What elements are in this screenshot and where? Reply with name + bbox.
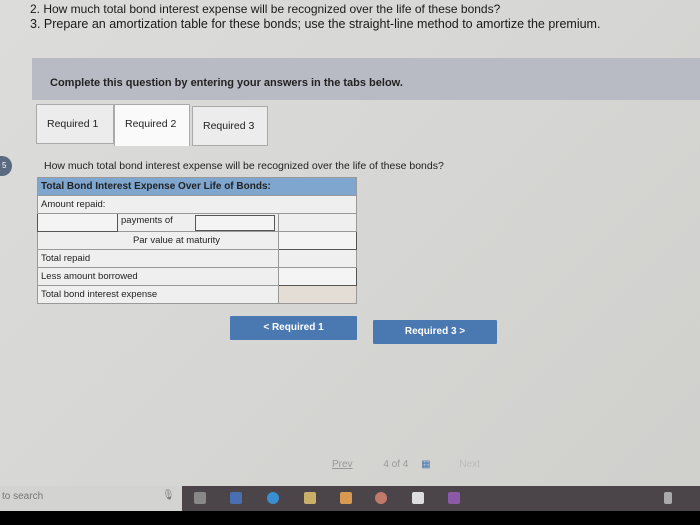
payments-of-label: payments of [117,213,279,232]
payments-total-cell [278,213,357,232]
prev-link[interactable]: Prev [332,459,353,470]
payment-amount-input[interactable] [195,214,275,231]
microphone-icon[interactable]: 🎙 [162,490,175,501]
amount-repaid-label: Amount repaid: [37,195,357,214]
chrome-icon[interactable] [375,492,387,504]
tab-required-2[interactable]: Required 2 [114,104,190,146]
tab-required-3[interactable]: Required 3 [192,106,268,146]
task-view-icon[interactable] [194,492,206,504]
less-borrowed-label: Less amount borrowed [37,267,279,286]
total-repaid-label: Total repaid [37,249,279,268]
edge-icon[interactable] [267,492,279,504]
tab-required-1[interactable]: Required 1 [36,104,114,144]
total-repaid-cell [278,249,357,268]
word-icon[interactable] [230,492,242,504]
next-required-button[interactable]: Required 3 > [373,320,497,344]
bond-interest-table: Total Bond Interest Expense Over Life of… [37,177,357,304]
question-3: 3. Prepare an amortization table for the… [30,17,601,31]
page-indicator: 4 of 4 [383,459,409,470]
par-value-label: Par value at maturity [37,231,279,250]
amount-borrowed-input[interactable] [278,267,357,286]
file-explorer-icon[interactable] [304,492,316,504]
instructions-banner: Complete this question by entering your … [32,58,700,100]
prev-required-button[interactable]: < Required 1 [230,316,357,340]
taskbar-search[interactable]: to search 🎙 [0,486,182,511]
people-icon[interactable] [664,492,672,504]
mail-icon[interactable] [412,492,424,504]
payments-count-input[interactable] [37,213,118,232]
side-badge: 5 [0,156,12,176]
onenote-icon[interactable] [448,492,460,504]
total-interest-label: Total bond interest expense [37,285,279,304]
table-header: Total Bond Interest Expense Over Life of… [37,177,357,196]
question-2: 2. How much total bond interest expense … [30,2,501,16]
store-icon[interactable] [340,492,352,504]
next-link[interactable]: Next [459,459,480,470]
total-interest-cell [278,285,357,304]
taskbar [182,486,700,511]
question-text: How much total bond interest expense wil… [44,160,444,172]
screen-bezel [0,511,700,525]
grid-icon[interactable]: ▦ [421,459,430,470]
par-value-input[interactable] [278,231,357,250]
